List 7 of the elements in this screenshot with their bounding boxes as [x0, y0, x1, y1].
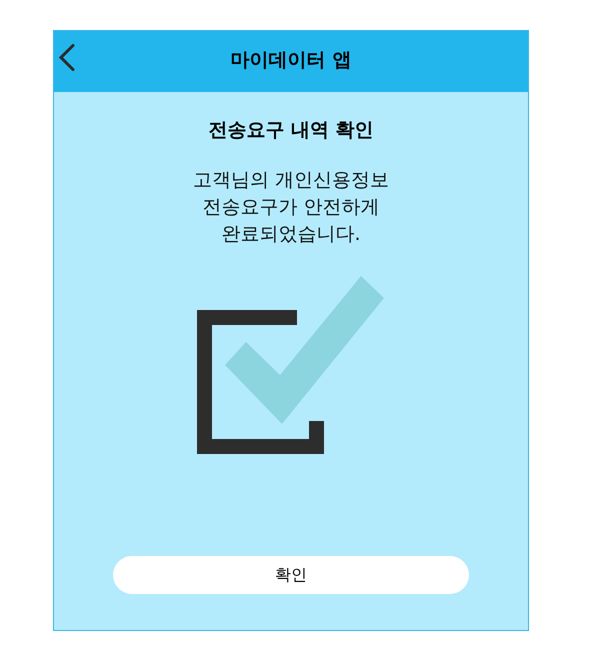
completion-message: 고객님의 개인신용정보 전송요구가 안전하게 완료되었습니다. — [192, 168, 390, 247]
confirmation-heading: 전송요구 내역 확인 — [208, 118, 374, 143]
chevron-left-icon — [58, 44, 75, 71]
confirm-button[interactable]: 확인 — [113, 556, 469, 594]
checked-box-icon — [197, 276, 385, 454]
screen-title: 마이데이터 앱 — [230, 48, 352, 72]
back-button[interactable] — [58, 44, 75, 71]
